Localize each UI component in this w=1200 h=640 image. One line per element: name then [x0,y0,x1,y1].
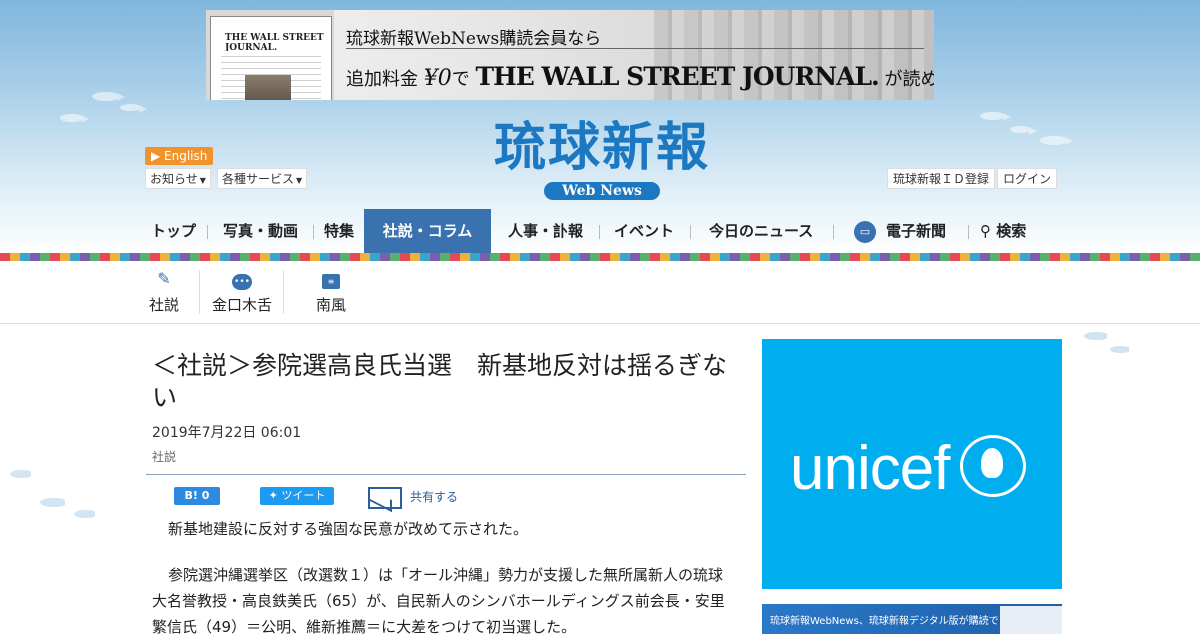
article-paragraph: 参院選沖縄選挙区（改選数１）は「オール沖縄」勢力が支援した無所属新人の琉球大名誉… [152,566,725,636]
notice-dropdown-label: お知らせ [150,172,198,186]
subnav-haebaru-label: 南風 [315,296,346,314]
comment-icon: ≡ [314,268,348,290]
digital-ad-text: 琉球新報WebNews、琉球新報デジタル版が購読できる [770,616,1019,627]
banner-divider [346,48,924,49]
banner-price: ¥0 [423,66,452,91]
column-subnav: ✎ 社説 ••• 金口木舌 ≡ 南風 [0,262,1200,324]
banner-headline: 琉球新報WebNews購読会員なら [346,29,602,49]
fish-decoration [60,114,89,123]
nav-features[interactable]: 特集 [324,209,354,253]
share-label: 共有する [410,490,459,504]
search-icon: ⚲ [980,222,997,240]
fish-decoration [980,112,1011,121]
banner-wsj-logo: THE WALL STREET JOURNAL. [475,62,879,91]
hatena-count: 0 [201,489,210,502]
banner-offer-prefix: 追加料金 [346,69,418,90]
caret-down-icon: ▼ [296,176,303,185]
unicef-wordmark: unicef [790,434,950,503]
pen-icon: ✎ [157,269,171,288]
subnav-separator [283,270,284,314]
english-label: English [164,149,208,163]
nav-editorial-column[interactable]: 社説・コラム [364,209,491,253]
logo-text: 琉球新報 [493,117,710,178]
wsj-banner-ad[interactable]: THE WALL STREET JOURNAL. 琉球新報WebNews購読会員… [206,10,934,100]
site-logo[interactable]: 琉球新報 Web News [452,116,752,200]
caret-down-icon: ▼ [199,176,206,185]
laptop-image: THE WALL STREET JOURNAL. [206,10,334,100]
english-link[interactable]: ▶ English [145,147,214,165]
nav-search-label: 検索 [996,222,1027,240]
fish-decoration [1010,126,1037,135]
hatena-icon: B! [184,489,202,502]
hatena-bookmark-button[interactable]: B! 0 [174,487,220,505]
subnav-separator [199,270,200,314]
logo-subtitle: Web News [544,182,660,200]
notice-dropdown[interactable]: お知らせ ▼ [145,168,211,189]
mini-wsj-logo: THE WALL STREET JOURNAL. [225,33,324,53]
login-link[interactable]: ログイン [997,168,1058,189]
fish-decoration [1110,346,1137,355]
subnav-kinkuchi[interactable]: ••• 金口木舌 [210,268,274,315]
nav-separator [207,225,208,239]
article-divider [146,474,746,475]
decorative-pattern-strip [0,253,1200,261]
play-arrow-icon: ▶ [151,149,165,163]
nav-separator [599,225,600,239]
twitter-bird-icon: ✦ [268,489,282,502]
nav-separator [968,225,969,239]
envelope-icon [368,486,402,509]
nav-separator [313,225,314,239]
speech-bubble-icon: ••• [210,268,274,290]
article-title: ＜社説＞参院選高良氏当選 新基地反対は揺るぎない [152,351,728,412]
subnav-editorial-label: 社説 [148,296,179,314]
unicef-ad[interactable]: unicef [762,339,1062,589]
services-dropdown-label: 各種サービス [222,172,295,186]
fish-decoration [40,498,73,507]
mini-photo [245,75,291,100]
unicef-globe-icon [960,435,1026,497]
fish-decoration [120,104,147,113]
nav-separator [690,225,691,239]
fish-decoration [74,510,103,519]
tweet-button[interactable]: ✦ ツイート [260,487,334,505]
main-nav: トップ 写真・動画 特集 社説・コラム 人事・訃報 イベント 今日のニュース ▭… [0,209,1200,253]
digital-paper-icon: ▭ [854,220,876,243]
share-button[interactable]: 共有する [368,486,458,509]
id-register-link[interactable]: 琉球新報ＩＤ登録 [887,168,996,189]
laptop-screen: THE WALL STREET JOURNAL. [210,16,332,100]
nav-personnel-obituary[interactable]: 人事・訃報 [508,209,583,253]
nav-separator [833,225,834,239]
article-date: 2019年7月22日 06:01 [152,425,302,441]
nav-digital-paper[interactable]: ▭ 電子新聞 [854,209,946,253]
article-category[interactable]: 社説 [152,448,176,465]
tweet-label: ツイート [281,489,326,502]
banner-offer: 追加料金 ¥0で THE WALL STREET JOURNAL. が読める [346,62,934,91]
subnav-editorial[interactable]: ✎ 社説 [148,268,180,315]
subnav-kinkuchi-label: 金口木舌 [211,296,272,314]
nav-search[interactable]: ⚲ 検索 [980,209,1026,253]
nav-digital-paper-label: 電子新聞 [886,222,947,240]
nav-photo-video[interactable]: 写真・動画 [223,209,298,253]
fish-decoration [92,92,125,101]
banner-offer-mid: で [451,69,470,90]
fish-decoration [10,470,39,479]
nav-today-news[interactable]: 今日のニュース [709,209,813,253]
fish-decoration [1084,332,1115,341]
nav-events[interactable]: イベント [614,209,674,253]
fish-decoration [1040,136,1073,145]
article-paragraph: 新基地建設に反対する強固な民意が改めて示された。 [168,520,529,538]
subnav-haebaru[interactable]: ≡ 南風 [314,268,348,315]
banner-offer-suffix: が読める [884,69,935,90]
services-dropdown[interactable]: 各種サービス ▼ [217,168,308,189]
nav-top[interactable]: トップ [151,209,196,253]
